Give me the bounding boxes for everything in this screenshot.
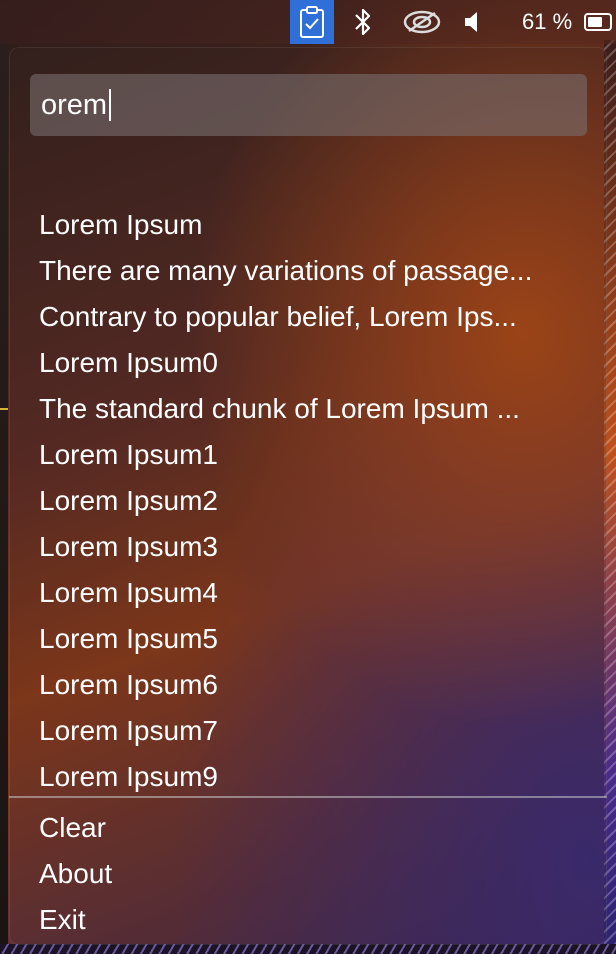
history-item[interactable]: Lorem Ipsum9 xyxy=(39,754,579,800)
battery-menu-extra[interactable] xyxy=(584,0,616,44)
text-caret xyxy=(109,89,112,121)
bluetooth-menu-extra[interactable] xyxy=(348,0,378,44)
history-item[interactable]: Lorem Ipsum3 xyxy=(39,524,579,570)
clipboard-popup-menu: orem Lorem Ipsum There are many variatio… xyxy=(9,47,607,945)
desktop-wallpaper-bottom xyxy=(0,944,616,954)
history-item[interactable]: There are many variations of passage... xyxy=(39,248,579,294)
bluetooth-icon xyxy=(355,8,371,36)
screen-cast-menu-extra[interactable] xyxy=(402,0,442,44)
volume-icon xyxy=(465,12,477,32)
menu-actions: Clear About Exit xyxy=(39,805,112,943)
search-field[interactable]: orem xyxy=(30,74,587,136)
about-menu-item[interactable]: About xyxy=(39,851,112,897)
history-item[interactable]: Lorem Ipsum7 xyxy=(39,708,579,754)
history-item[interactable]: Lorem Ipsum5 xyxy=(39,616,579,662)
history-item[interactable]: Lorem Ipsum1 xyxy=(39,432,579,478)
history-item[interactable]: Lorem Ipsum6 xyxy=(39,662,579,708)
history-item[interactable]: The standard chunk of Lorem Ipsum ... xyxy=(39,386,579,432)
volume-menu-extra[interactable] xyxy=(460,0,486,44)
desktop-mark xyxy=(0,408,8,410)
history-item[interactable]: Lorem Ipsum0 xyxy=(39,340,579,386)
clipboard-menu-extra[interactable] xyxy=(290,0,334,44)
clipboard-check-icon xyxy=(300,6,324,38)
history-item[interactable]: Lorem Ipsum xyxy=(39,202,579,248)
screen-cast-icon xyxy=(403,10,441,34)
clipboard-history-list: Lorem Ipsum There are many variations of… xyxy=(39,202,579,800)
exit-menu-item[interactable]: Exit xyxy=(39,897,112,943)
clear-menu-item[interactable]: Clear xyxy=(39,805,112,851)
history-item[interactable]: Lorem Ipsum2 xyxy=(39,478,579,524)
battery-percent: 61 % xyxy=(522,9,573,34)
history-item[interactable]: Lorem Ipsum4 xyxy=(39,570,579,616)
history-item[interactable]: Contrary to popular belief, Lorem Ips... xyxy=(39,294,579,340)
menu-bar: 61 % xyxy=(0,0,616,44)
menu-divider xyxy=(9,796,607,798)
desktop-left-edge xyxy=(0,40,8,954)
battery-icon xyxy=(584,13,612,31)
search-value: orem xyxy=(41,88,108,121)
